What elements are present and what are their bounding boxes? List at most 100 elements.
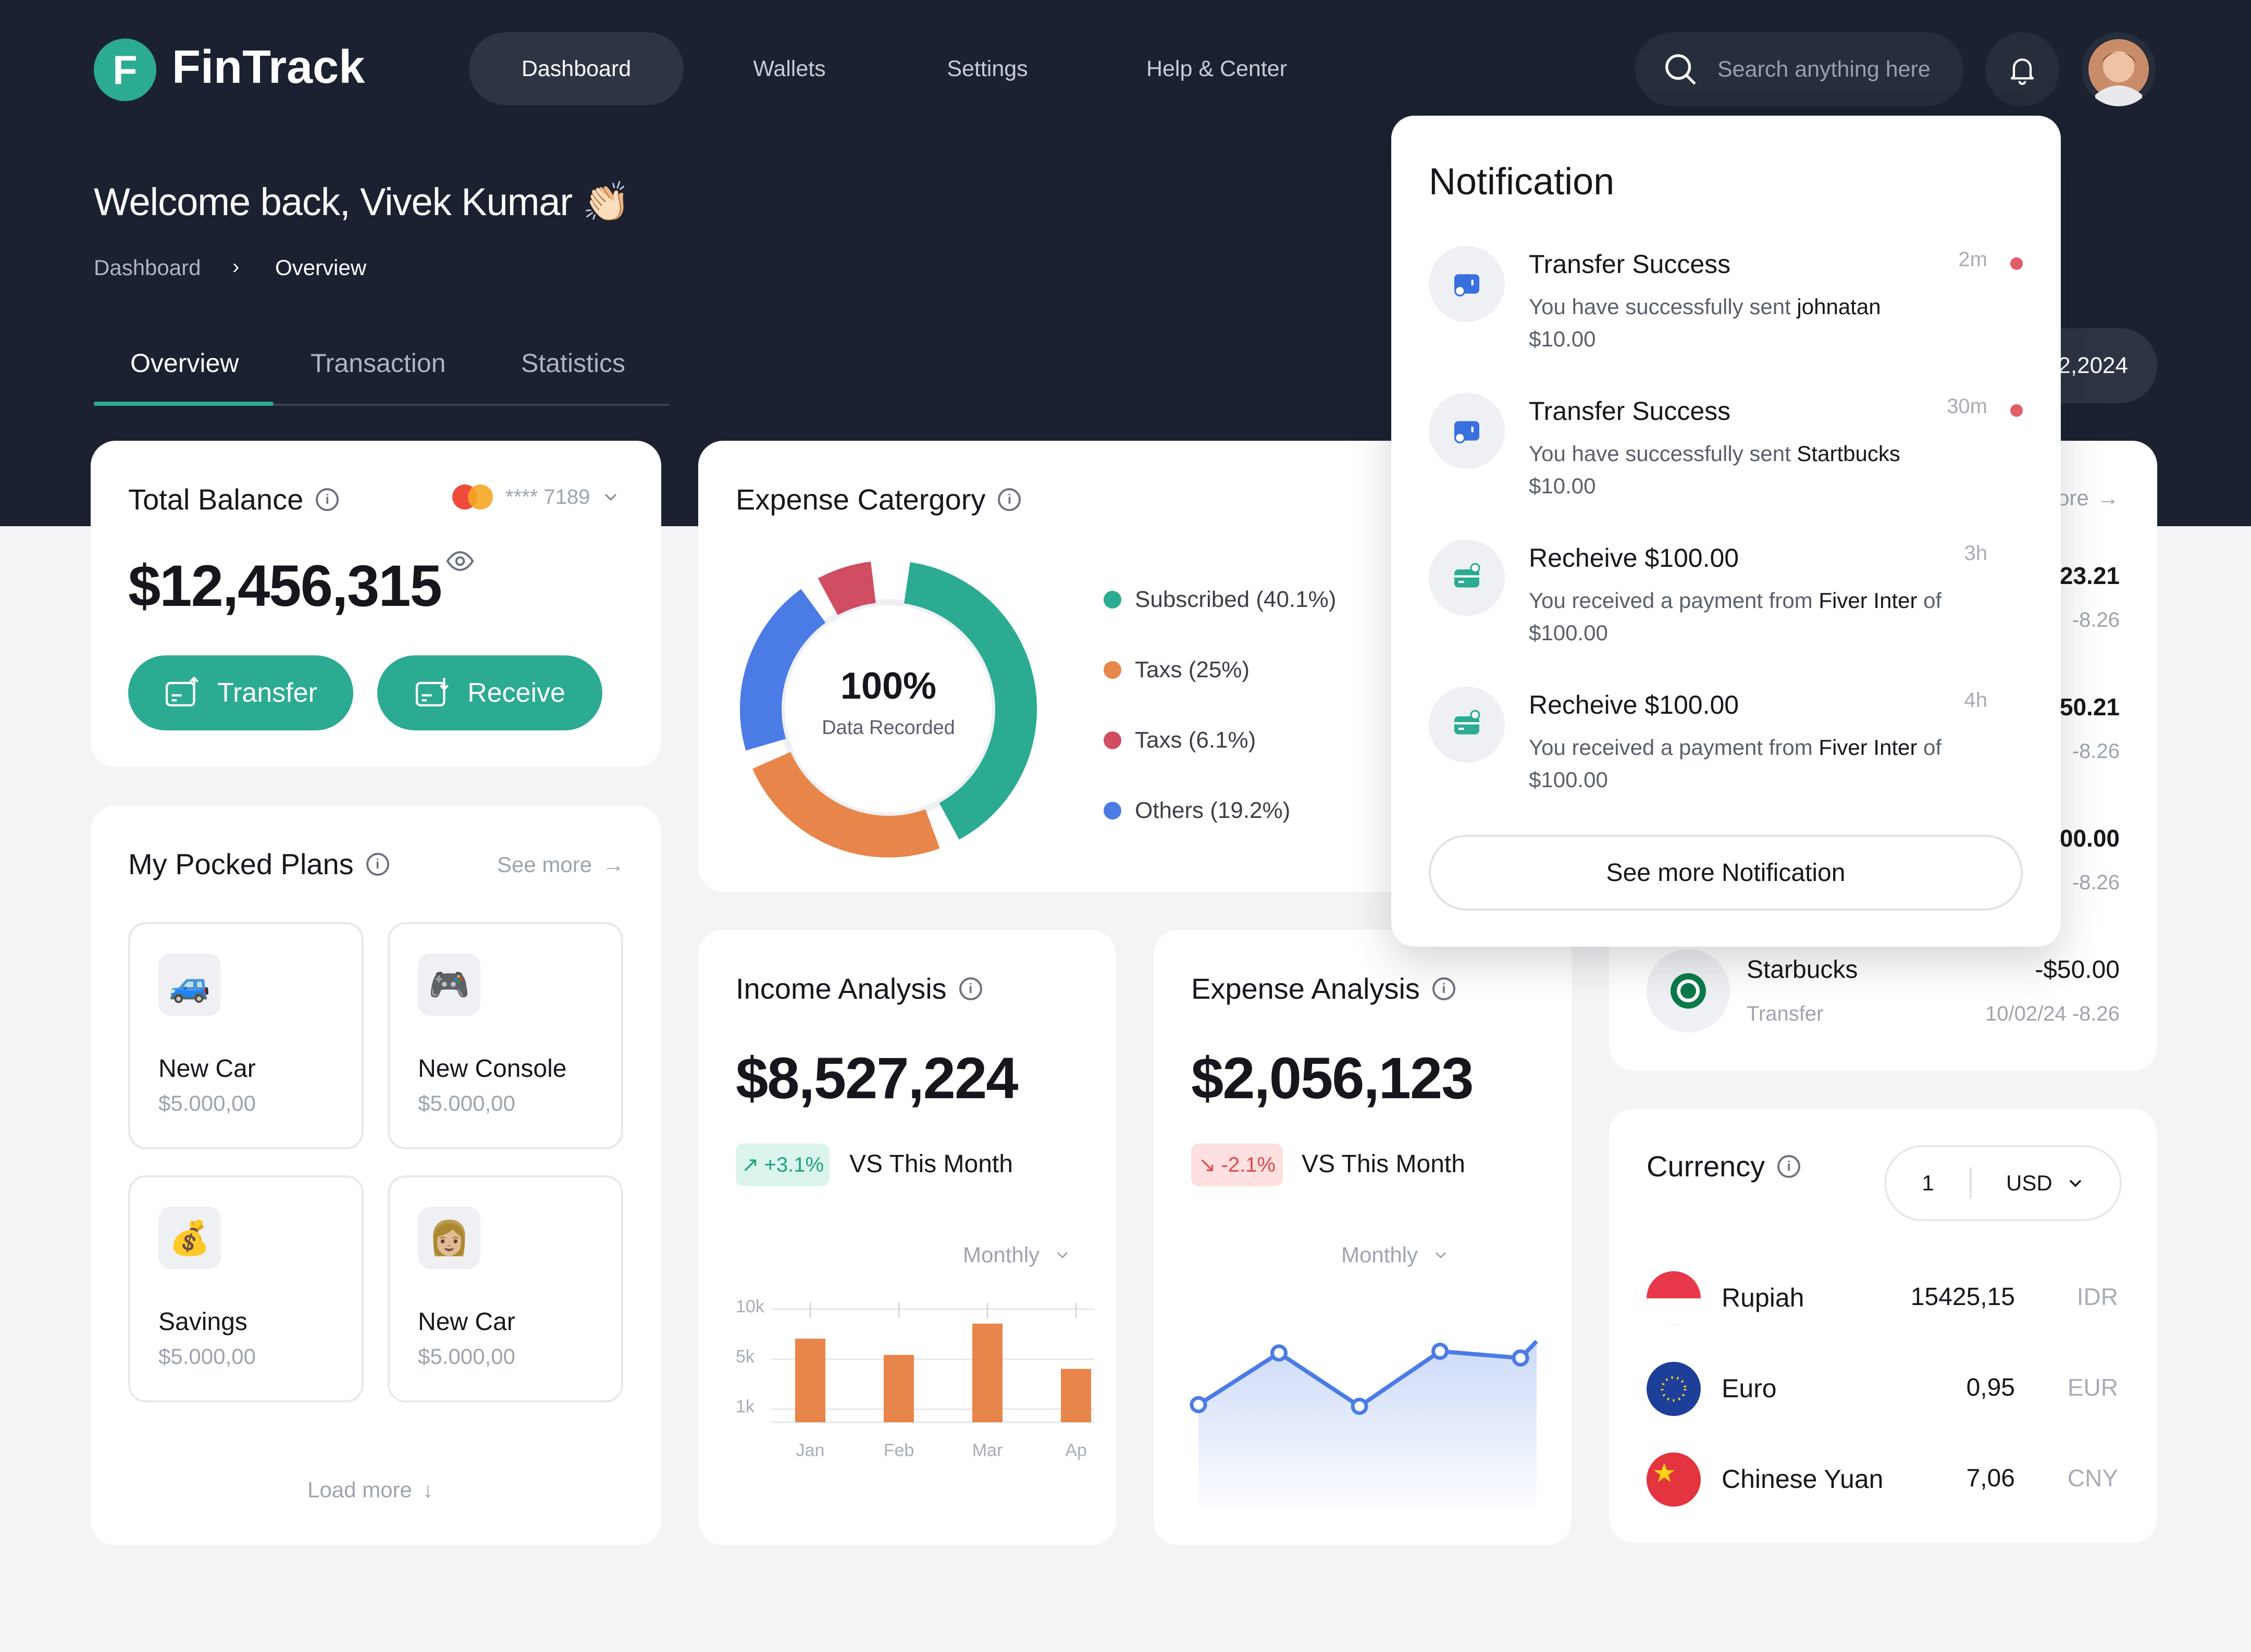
notification-panel: Notification Transfer Success You have s… [1391, 116, 2061, 947]
plan-card[interactable]: 🎮 New Console $5.000,00 [388, 922, 623, 1149]
tab-overview[interactable]: Overview [130, 348, 239, 378]
notification-item[interactable]: Recheive $100.00 You received a payment … [1429, 540, 2023, 670]
car-icon: 🚙 [158, 953, 221, 1016]
unread-dot [2010, 404, 2023, 417]
tab-statistics[interactable]: Statistics [521, 348, 625, 378]
eye-icon[interactable] [445, 546, 475, 576]
currency-converter[interactable]: 1 USD [1884, 1145, 2122, 1221]
notification-item[interactable]: Transfer Success You have successfully s… [1429, 393, 2023, 523]
expense-donut-chart [740, 561, 1037, 858]
transaction-meta: -8.26 [2072, 608, 2120, 631]
breadcrumb-chevron-icon: › [232, 255, 240, 278]
nav-help-center[interactable]: Help & Center [1126, 32, 1308, 105]
unread-dot [2010, 257, 2023, 270]
search-input[interactable]: Search anything here [1635, 32, 1963, 106]
pocket-plans-title: My Pocked Plans i [128, 847, 389, 881]
plan-name: Savings [158, 1308, 248, 1336]
expense-point[interactable] [1270, 1344, 1288, 1362]
expense-point[interactable] [1190, 1396, 1207, 1413]
pocket-plans-label: My Pocked Plans [128, 848, 354, 880]
income-bar[interactable] [1061, 1369, 1091, 1422]
total-balance-amount: $12,456,315 [128, 553, 442, 618]
total-balance-label: Total Balance [128, 483, 304, 516]
transfer-label: Transfer [217, 678, 317, 708]
arrow-down-icon: ↓ [422, 1477, 434, 1502]
money-bag-icon: 💰 [158, 1207, 221, 1269]
legend-taxs-25: Taxs (25%) [1104, 657, 1250, 683]
notification-item-body: You received a payment from Fiver Inter … [1529, 735, 1942, 792]
plan-card[interactable]: 💰 Savings $5.000,00 [128, 1175, 364, 1402]
card-number: **** 7189 [505, 485, 590, 508]
load-more-label: Load more [307, 1477, 412, 1502]
expense-category-label: Expense Catergory [736, 483, 986, 516]
income-bar[interactable] [884, 1355, 914, 1422]
x-tick-label: Jan [796, 1440, 825, 1460]
income-bar[interactable] [972, 1323, 1003, 1422]
avatar[interactable] [2082, 32, 2156, 106]
logo-icon[interactable]: F [94, 39, 156, 101]
transfer-icon [166, 677, 199, 706]
currency-base-select[interactable]: USD [2006, 1171, 2052, 1196]
notification-bell-button[interactable] [1985, 32, 2059, 106]
chevron-down-icon [2069, 1179, 2081, 1187]
currency-amount-input[interactable]: 1 [1886, 1171, 1970, 1196]
notification-item-title: Transfer Success [1529, 396, 1731, 426]
plans-see-more-link[interactable]: See more → [497, 852, 624, 877]
nav-wallets[interactable]: Wallets [719, 32, 860, 105]
currency-name: Euro [1722, 1374, 1777, 1403]
avatar-icon [2088, 39, 2149, 106]
card-selector[interactable]: **** 7189 [450, 483, 621, 511]
plan-name: New Car [158, 1055, 256, 1083]
expense-point[interactable] [1351, 1397, 1368, 1415]
nav-settings[interactable]: Settings [917, 32, 1058, 105]
transaction-meta: -8.26 [2072, 871, 2120, 894]
info-icon[interactable]: i [316, 488, 339, 511]
breadcrumb-dashboard[interactable]: Dashboard [94, 255, 201, 280]
x-tick-label: Feb [884, 1440, 914, 1460]
welcome-heading: Welcome back, Vivek Kumar 👏🏻 [94, 180, 630, 223]
load-more-button[interactable]: Load more ↓ [307, 1477, 434, 1502]
donut-center-label: Data Recorded [822, 717, 955, 739]
search-icon [1665, 54, 1696, 84]
income-bar[interactable] [795, 1338, 825, 1422]
transaction-amount: 23.21 [2059, 562, 2120, 589]
notification-time: 30m [1947, 395, 1987, 418]
transaction-amount: 50.21 [2059, 693, 2120, 721]
bell-icon [2010, 58, 2034, 85]
notification-time: 3h [1964, 542, 1988, 565]
arrow-right-icon: → [602, 852, 625, 877]
legend-taxs-6: Taxs (6.1%) [1104, 727, 1256, 753]
notification-item[interactable]: Transfer Success You have successfully s… [1429, 246, 2023, 376]
info-icon[interactable]: i [998, 488, 1021, 511]
income-analysis-card: Income Analysis i $8,527,224 ↗ +3.1% VS Th… [698, 930, 1116, 1545]
currency-name: Chinese Yuan [1722, 1464, 1884, 1494]
tab-transaction[interactable]: Transaction [311, 348, 446, 378]
starbucks-icon [1647, 949, 1730, 1033]
currency-rate: 15425,15 [1910, 1283, 2015, 1311]
x-tick-label: Ap [1065, 1440, 1087, 1460]
receive-button[interactable]: Receive [377, 655, 602, 730]
notification-item[interactable]: Recheive $100.00 You received a payment … [1429, 687, 2023, 817]
currency-rate: 7,06 [1966, 1464, 2015, 1492]
flag-china-icon [1647, 1452, 1701, 1507]
see-more-label: See more [497, 852, 592, 877]
currency-title: Currency i [1647, 1149, 1801, 1183]
currency-name: Rupiah [1722, 1283, 1804, 1312]
expense-point[interactable] [1431, 1343, 1449, 1360]
currency-row: Chinese Yuan 7,06 CNY [1647, 1452, 2118, 1525]
transactions-see-more-link[interactable]: ore → [2057, 486, 2119, 511]
expense-point[interactable] [1512, 1349, 1529, 1367]
flag-eu-icon [1647, 1362, 1701, 1416]
info-icon[interactable]: i [1777, 1154, 1801, 1178]
info-icon[interactable]: i [366, 852, 389, 876]
see-more-notification-button[interactable]: See more Notification [1429, 835, 2023, 911]
plan-card[interactable]: 👩🏼 New Car $5.000,00 [388, 1175, 623, 1402]
nav-dashboard[interactable]: Dashboard [469, 32, 684, 105]
plan-name: New Console [418, 1055, 567, 1083]
plan-card[interactable]: 🚙 New Car $5.000,00 [128, 922, 364, 1149]
app-name[interactable]: FinTrack [172, 41, 365, 94]
notification-item-title: Recheive $100.00 [1529, 543, 1739, 573]
transfer-button[interactable]: Transfer [128, 655, 353, 730]
legend-subscribed: Subscribed (40.1%) [1104, 587, 1336, 613]
plan-value: $5.000,00 [158, 1344, 256, 1369]
